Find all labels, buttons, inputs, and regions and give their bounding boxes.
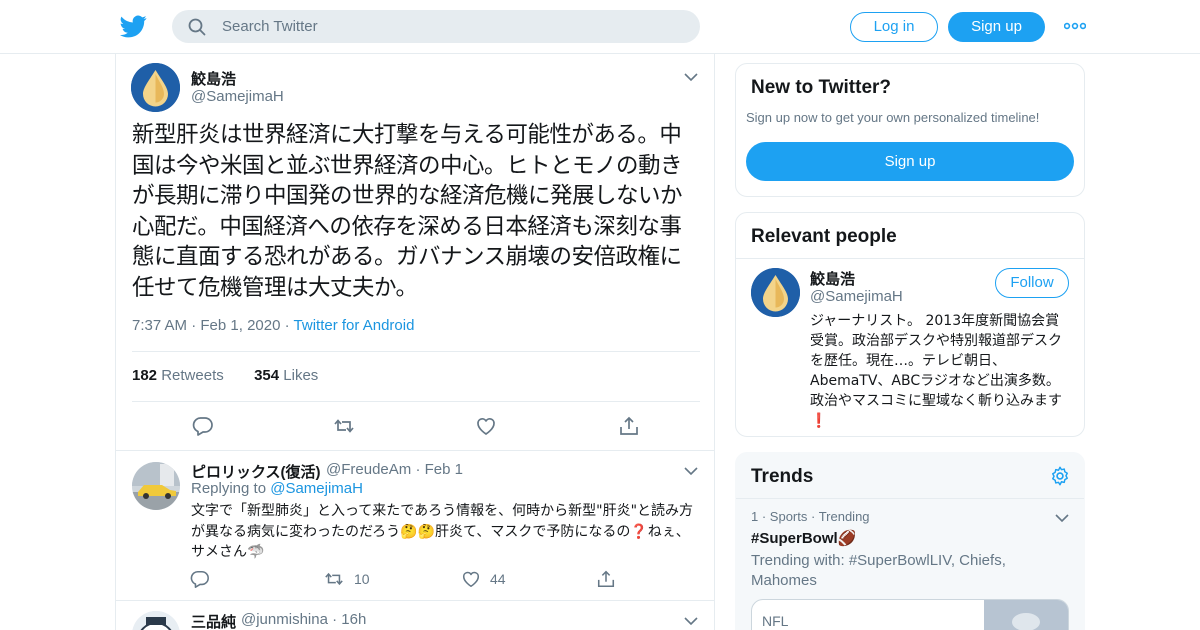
reply-icon[interactable] bbox=[190, 569, 210, 589]
likes-stat[interactable]: 354 Likes bbox=[254, 367, 318, 384]
tweet-time[interactable]: 16h bbox=[341, 611, 366, 628]
twitter-bird-logo-icon[interactable] bbox=[120, 13, 147, 40]
author-name[interactable]: 三品純 bbox=[191, 611, 236, 630]
divider bbox=[116, 450, 714, 451]
divider bbox=[116, 600, 714, 601]
divider bbox=[132, 401, 700, 402]
tweet-stats: 182 Retweets 354 Likes bbox=[132, 367, 318, 384]
tweet-date[interactable]: Feb 1, 2020 bbox=[200, 317, 280, 334]
like-heart-icon[interactable] bbox=[461, 569, 481, 589]
like-heart-icon[interactable] bbox=[475, 415, 497, 437]
trophy-image-icon bbox=[984, 600, 1068, 630]
author-handle[interactable]: @junmishina bbox=[241, 611, 328, 628]
trend-related: Trending with: #SuperBowlLIV, Chiefs, Ma… bbox=[751, 552, 1006, 589]
avatar[interactable] bbox=[132, 462, 180, 510]
retweet-icon[interactable] bbox=[324, 569, 344, 589]
share-icon[interactable] bbox=[596, 569, 616, 589]
like-count: 44 bbox=[490, 571, 506, 587]
reply-header-meta: @FreudeAm · Feb 1 bbox=[326, 461, 463, 478]
tweet-time[interactable]: Feb 1 bbox=[425, 461, 463, 478]
search-icon bbox=[188, 18, 206, 36]
news-thumbnail bbox=[984, 600, 1068, 630]
tweet-source-link[interactable]: Twitter for Android bbox=[294, 317, 415, 334]
reply-text: 文字で「新型肺炎」と入って来たであろう情報を、何時から新型"肝炎"と読み方が異な… bbox=[191, 503, 694, 560]
tweet-meta: 7:37 AM · Feb 1, 2020 · Twitter for Andr… bbox=[132, 317, 415, 334]
more-options-icon[interactable] bbox=[1064, 18, 1086, 34]
search-input[interactable] bbox=[222, 10, 682, 43]
share-icon[interactable] bbox=[618, 415, 640, 437]
settings-gear-icon[interactable] bbox=[1049, 465, 1071, 487]
signup-button[interactable]: Sign up bbox=[948, 12, 1045, 42]
retweet-icon[interactable] bbox=[333, 415, 355, 437]
author-handle[interactable]: @FreudeAm bbox=[326, 461, 411, 478]
login-button[interactable]: Log in bbox=[850, 12, 938, 42]
tweet-text: 新型肝炎は世界経済に大打撃を与える可能性がある。中国は今や米国と並ぶ世界経済の中… bbox=[132, 122, 683, 301]
card-title: New to Twitter? bbox=[751, 77, 892, 98]
author-handle[interactable]: @SamejimaH bbox=[191, 88, 284, 105]
water-drop-avatar-icon bbox=[131, 63, 180, 112]
person-bio: ジャーナリスト。 2013年度新聞協会賞受賞。政治部デスクや特別報道部デスクを歴… bbox=[810, 313, 1062, 429]
tweet-time[interactable]: 7:37 AM bbox=[132, 317, 187, 334]
cartoon-avatar-icon bbox=[132, 611, 180, 630]
avatar[interactable] bbox=[131, 63, 180, 112]
water-drop-avatar-icon bbox=[751, 268, 800, 317]
card-subtitle: Sign up now to get your own personalized… bbox=[746, 110, 1040, 125]
reply-icon[interactable] bbox=[192, 415, 214, 437]
trend-news-card[interactable]: NFL bbox=[751, 599, 1069, 630]
divider bbox=[132, 351, 700, 352]
car-photo-avatar-icon bbox=[132, 462, 180, 510]
retweets-stat[interactable]: 182 Retweets bbox=[132, 367, 224, 384]
retweet-count: 10 bbox=[354, 571, 370, 587]
author-name[interactable]: ピロリックス(復活) bbox=[191, 461, 321, 482]
trend-meta: 1 · Sports · Trending bbox=[751, 509, 870, 524]
chevron-down-icon[interactable] bbox=[684, 72, 698, 82]
replying-to-link[interactable]: @SamejimaH bbox=[270, 480, 363, 497]
avatar[interactable] bbox=[132, 611, 180, 630]
trend-name-link[interactable]: #SuperBowl🏈 bbox=[751, 529, 856, 547]
timeline-column: 鮫島浩 @SamejimaH 新型肝炎は世界経済に大打撃を与える可能性がある。中… bbox=[115, 54, 715, 630]
divider bbox=[736, 498, 1084, 499]
divider bbox=[736, 258, 1084, 259]
follow-button[interactable]: Follow bbox=[995, 268, 1069, 298]
search-bar[interactable] bbox=[172, 10, 700, 43]
person-name[interactable]: 鮫島浩 bbox=[810, 268, 855, 289]
new-to-twitter-card: New to Twitter? Sign up now to get your … bbox=[735, 63, 1085, 197]
chevron-down-icon[interactable] bbox=[684, 616, 698, 626]
sidebar-signup-button[interactable]: Sign up bbox=[746, 142, 1074, 181]
replying-to: Replying to @SamejimaH bbox=[191, 480, 363, 497]
card-title: Relevant people bbox=[751, 226, 897, 247]
avatar[interactable] bbox=[751, 268, 800, 317]
relevant-people-card: Relevant people 鮫島浩 @SamejimaH Follow ジャ… bbox=[735, 212, 1085, 437]
person-handle[interactable]: @SamejimaH bbox=[810, 288, 903, 305]
top-nav-bar: Log in Sign up bbox=[0, 0, 1200, 54]
card-title: Trends bbox=[751, 466, 814, 487]
author-name[interactable]: 鮫島浩 bbox=[191, 68, 236, 89]
reply-header-meta: @junmishina · 16h bbox=[241, 611, 367, 628]
chevron-down-icon[interactable] bbox=[684, 466, 698, 476]
chevron-down-icon[interactable] bbox=[1055, 513, 1069, 523]
news-card-source: NFL bbox=[762, 613, 789, 629]
trends-card: Trends 1 · Sports · Trending #SuperBowl🏈… bbox=[735, 452, 1085, 630]
